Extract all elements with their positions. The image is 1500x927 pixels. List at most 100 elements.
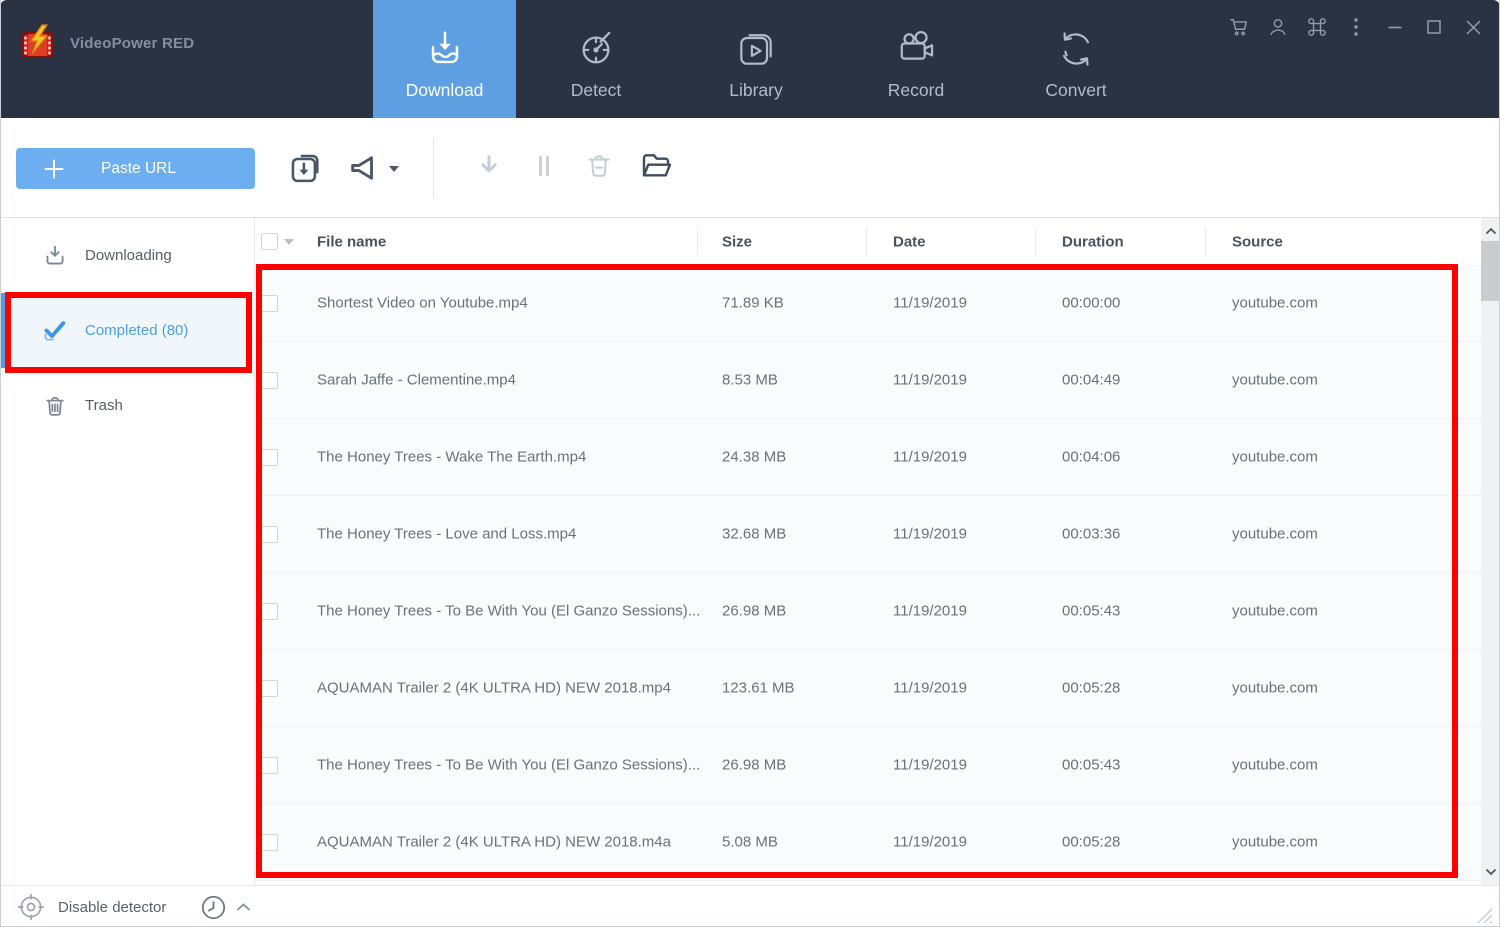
sidebar-item-trash[interactable]: Trash [0,368,255,443]
scheduler-clock-icon[interactable] [200,894,227,921]
delete-icon[interactable] [584,151,614,181]
file-name-cell: AQUAMAN Trailer 2 (4K ULTRA HD) NEW 2018… [317,679,671,697]
maximize-icon[interactable] [1423,14,1445,40]
row-checkbox[interactable] [261,372,278,389]
table-row[interactable]: The Honey Trees - To Be With You (El Gan… [255,727,1481,804]
file-name-cell: Shortest Video on Youtube.mp4 [317,294,528,312]
source-cell: youtube.com [1232,756,1318,774]
vertical-scrollbar[interactable] [1481,218,1500,885]
table-row[interactable]: AQUAMAN Trailer 2 (4K ULTRA HD) NEW 2018… [255,804,1481,881]
toolbar-divider [433,138,434,198]
row-checkbox[interactable] [261,449,278,466]
size-cell: 123.61 MB [722,679,795,697]
close-icon[interactable] [1462,14,1484,40]
paste-url-label: Paste URL [101,159,176,177]
user-icon[interactable] [1267,14,1289,40]
chevron-up-icon[interactable] [236,902,251,912]
command-icon[interactable] [1306,14,1328,40]
size-cell: 71.89 KB [722,294,784,312]
scroll-down-icon[interactable] [1481,862,1500,882]
library-icon [734,24,778,74]
source-cell: youtube.com [1232,525,1318,543]
sidebar-item-label: Completed (80) [85,322,189,339]
date-cell: 11/19/2019 [893,602,967,620]
speaker-icon[interactable] [346,151,380,185]
select-all-checkbox[interactable] [261,233,278,250]
resize-grip[interactable] [1468,899,1494,925]
date-cell: 11/19/2019 [893,371,967,389]
duration-cell: 00:05:43 [1062,602,1121,620]
tab-record[interactable]: Record [836,0,996,118]
open-folder-icon[interactable] [640,150,672,182]
tab-detect[interactable]: Detect [516,0,676,118]
detector-icon[interactable] [17,893,45,921]
scroll-up-icon[interactable] [1481,221,1500,241]
app-logo-icon [18,24,60,62]
resume-download-icon[interactable] [474,151,504,181]
tab-label: Library [729,80,783,100]
paste-url-button[interactable]: Paste URL [16,148,255,189]
more-icon[interactable] [1345,14,1367,40]
date-cell: 11/19/2019 [893,679,967,697]
source-cell: youtube.com [1232,833,1318,851]
select-dropdown-caret[interactable] [284,239,294,245]
duration-cell: 00:00:00 [1062,294,1121,312]
table-row[interactable]: Sarah Jaffe - Clementine.mp4 8.53 MB 11/… [255,342,1481,419]
row-checkbox[interactable] [261,834,278,851]
table-body: Shortest Video on Youtube.mp4 71.89 KB 1… [255,265,1481,885]
row-checkbox[interactable] [261,757,278,774]
sidebar-item-label: Downloading [85,247,172,264]
row-checkbox[interactable] [261,526,278,543]
disable-detector-label[interactable]: Disable detector [58,899,166,916]
row-checkbox[interactable] [261,603,278,620]
table-row[interactable]: Shortest Video on Youtube.mp4 71.89 KB 1… [255,265,1481,342]
row-checkbox[interactable] [261,680,278,697]
minimize-icon[interactable] [1384,14,1406,40]
sidebar-item-downloading[interactable]: Downloading [0,218,255,293]
scrollbar-thumb[interactable] [1481,241,1500,301]
duration-cell: 00:04:06 [1062,448,1121,466]
file-name-cell: AQUAMAN Trailer 2 (4K ULTRA HD) NEW 2018… [317,833,671,851]
column-header-date[interactable]: Date [893,233,926,250]
table-row[interactable]: The Honey Trees - Love and Loss.mp4 32.6… [255,496,1481,573]
column-header-source[interactable]: Source [1232,233,1283,250]
table-row[interactable]: The Honey Trees - To Be With You (El Gan… [255,573,1481,650]
titlebar-controls [1228,14,1484,40]
file-name-cell: The Honey Trees - Love and Loss.mp4 [317,525,577,543]
source-cell: youtube.com [1232,294,1318,312]
convert-icon [1054,24,1098,74]
cart-icon[interactable] [1228,14,1250,40]
source-cell: youtube.com [1232,371,1318,389]
record-camera-icon [894,24,938,74]
status-bar: Disable detector [0,885,1500,927]
tab-convert[interactable]: Convert [996,0,1156,118]
batch-download-icon[interactable] [288,150,324,186]
sidebar-item-label: Trash [85,397,123,414]
column-header-file-name[interactable]: File name [317,233,386,250]
size-cell: 26.98 MB [722,756,787,774]
tab-library[interactable]: Library [676,0,836,118]
speaker-dropdown-caret[interactable] [389,166,399,172]
duration-cell: 00:04:49 [1062,371,1121,389]
source-cell: youtube.com [1232,602,1318,620]
tab-label: Record [887,80,945,100]
row-checkbox[interactable] [261,295,278,312]
tab-download[interactable]: Download [373,0,516,118]
duration-cell: 00:05:28 [1062,679,1121,697]
main-nav: Download Detect Library Record Convert [373,0,1156,118]
sidebar-item-completed[interactable]: Completed (80) [0,293,255,368]
column-divider [697,228,698,255]
pause-icon[interactable] [530,152,558,180]
date-cell: 11/19/2019 [893,833,967,851]
table-row[interactable]: AQUAMAN Trailer 2 (4K ULTRA HD) NEW 2018… [255,650,1481,727]
plus-icon [42,157,66,181]
column-header-duration[interactable]: Duration [1062,233,1124,250]
table-row[interactable]: The Honey Trees - Wake The Earth.mp4 24.… [255,419,1481,496]
download-tray-icon [422,24,468,74]
date-cell: 11/19/2019 [893,448,967,466]
duration-cell: 00:03:36 [1062,525,1121,543]
date-cell: 11/19/2019 [893,756,967,774]
file-name-cell: Sarah Jaffe - Clementine.mp4 [317,371,516,389]
app-title: VideoPower RED [70,34,195,52]
column-header-size[interactable]: Size [722,233,752,250]
